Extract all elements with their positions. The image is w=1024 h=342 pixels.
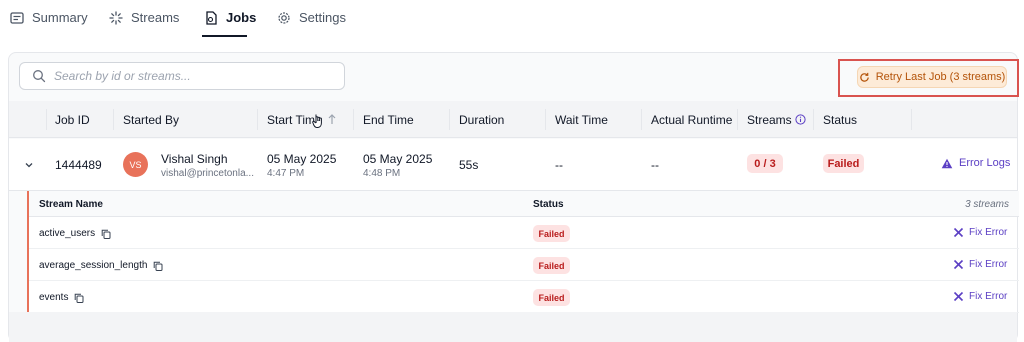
tab-bar: Summary Streams Jobs Settings <box>0 0 1024 40</box>
tab-streams-label: Streams <box>131 10 180 25</box>
warning-icon <box>941 158 953 168</box>
retry-last-job-label: Retry Last Job (3 streams) <box>875 71 1006 83</box>
header-status: Status <box>823 113 858 127</box>
stream-name: average_session_length <box>39 260 148 271</box>
start-time: 4:47 PM <box>267 168 305 179</box>
fix-error-button[interactable]: Fix Error <box>953 259 1007 270</box>
tab-jobs[interactable]: Jobs <box>204 10 256 38</box>
header-wait-time: Wait Time <box>555 113 608 127</box>
fix-error-label: Fix Error <box>969 227 1008 238</box>
start-date: 05 May 2025 <box>267 152 337 166</box>
tab-settings-label: Settings <box>299 10 346 25</box>
column-divider <box>641 109 642 130</box>
column-divider <box>911 109 912 130</box>
stream-count: 3 streams <box>965 199 1009 210</box>
status-badge: Failed <box>533 257 570 274</box>
status-badge: Failed <box>533 225 570 242</box>
column-divider <box>449 109 450 130</box>
job-id: 1444489 <box>55 158 102 172</box>
list-item: events Failed Fix Error <box>29 281 1019 313</box>
header-stream-name: Stream Name <box>39 199 103 210</box>
fix-error-label: Fix Error <box>969 259 1008 270</box>
header-actual-runtime: Actual Runtime <box>651 113 733 127</box>
tab-jobs-label: Jobs <box>226 10 257 25</box>
tab-streams[interactable]: Streams <box>109 10 179 38</box>
error-logs-link[interactable]: Error Logs <box>941 157 1010 169</box>
search-box[interactable] <box>19 62 345 90</box>
tab-settings[interactable]: Settings <box>277 10 346 38</box>
list-item: average_session_length Failed Fix Error <box>29 249 1019 281</box>
streams-badge: 0 / 3 <box>747 154 783 173</box>
streams-icon <box>109 11 123 25</box>
tools-icon <box>953 259 964 270</box>
tools-icon <box>953 291 964 302</box>
stream-table: Stream Name Status 3 streams active_user… <box>27 191 1019 313</box>
column-divider <box>737 109 738 130</box>
column-divider <box>545 109 546 130</box>
end-time: 4:48 PM <box>363 168 401 179</box>
summary-icon <box>10 12 24 24</box>
column-divider <box>46 109 47 130</box>
stream-name: active_users <box>39 228 96 239</box>
info-icon[interactable] <box>795 114 806 125</box>
table-footer <box>9 312 1017 342</box>
copy-icon[interactable] <box>101 229 111 239</box>
user-name: Vishal Singh <box>161 152 228 166</box>
jobs-icon <box>206 11 217 25</box>
copy-icon[interactable] <box>74 293 84 303</box>
refresh-icon <box>860 72 869 82</box>
stream-name-cell: active_users <box>39 228 111 239</box>
stream-name-cell: average_session_length <box>39 260 163 271</box>
stream-name-cell: events <box>39 292 84 303</box>
end-date: 05 May 2025 <box>363 152 433 166</box>
tab-summary[interactable]: Summary <box>10 10 88 38</box>
search-icon <box>33 70 46 83</box>
copy-icon[interactable] <box>153 261 163 271</box>
avatar: VS <box>123 152 148 177</box>
status-badge: Failed <box>823 154 864 173</box>
hand-cursor-icon <box>312 114 322 128</box>
user-email: vishal@princetonla... <box>161 168 254 179</box>
actual-runtime: -- <box>651 158 659 172</box>
column-divider <box>257 109 258 130</box>
tools-icon <box>953 227 964 238</box>
wait-time: -- <box>555 158 563 172</box>
stream-name: events <box>39 292 69 303</box>
gear-icon <box>278 12 290 24</box>
header-started-by: Started By <box>123 113 180 127</box>
header-end-time: End Time <box>363 113 414 127</box>
header-streams: Streams <box>747 113 792 127</box>
header-stream-status: Status <box>533 199 564 210</box>
chevron-down-icon[interactable] <box>24 160 34 170</box>
column-divider <box>113 109 114 130</box>
error-logs-label: Error Logs <box>959 157 1011 169</box>
status-badge: Failed <box>533 289 570 306</box>
search-input[interactable] <box>54 69 324 83</box>
column-divider <box>353 109 354 130</box>
fix-error-button[interactable]: Fix Error <box>953 291 1007 302</box>
header-job-id: Job ID <box>55 113 90 127</box>
list-item: active_users Failed Fix Error <box>29 217 1019 249</box>
fix-error-button[interactable]: Fix Error <box>953 227 1007 238</box>
header-duration: Duration <box>459 113 505 127</box>
sort-arrow-up-icon[interactable] <box>327 113 337 125</box>
stream-table-header: Stream Name Status 3 streams <box>29 191 1019 217</box>
retry-last-job-button[interactable]: Retry Last Job (3 streams) <box>857 66 1007 88</box>
fix-error-label: Fix Error <box>969 291 1008 302</box>
jobs-table-header: Job ID Started By Start Time End Time Du… <box>9 101 1017 138</box>
column-divider <box>813 109 814 130</box>
active-tab-indicator <box>202 35 247 37</box>
tab-summary-label: Summary <box>32 10 88 25</box>
duration: 55s <box>459 158 479 172</box>
job-row[interactable]: 1444489 VS Vishal Singh vishal@princeton… <box>9 139 1017 191</box>
